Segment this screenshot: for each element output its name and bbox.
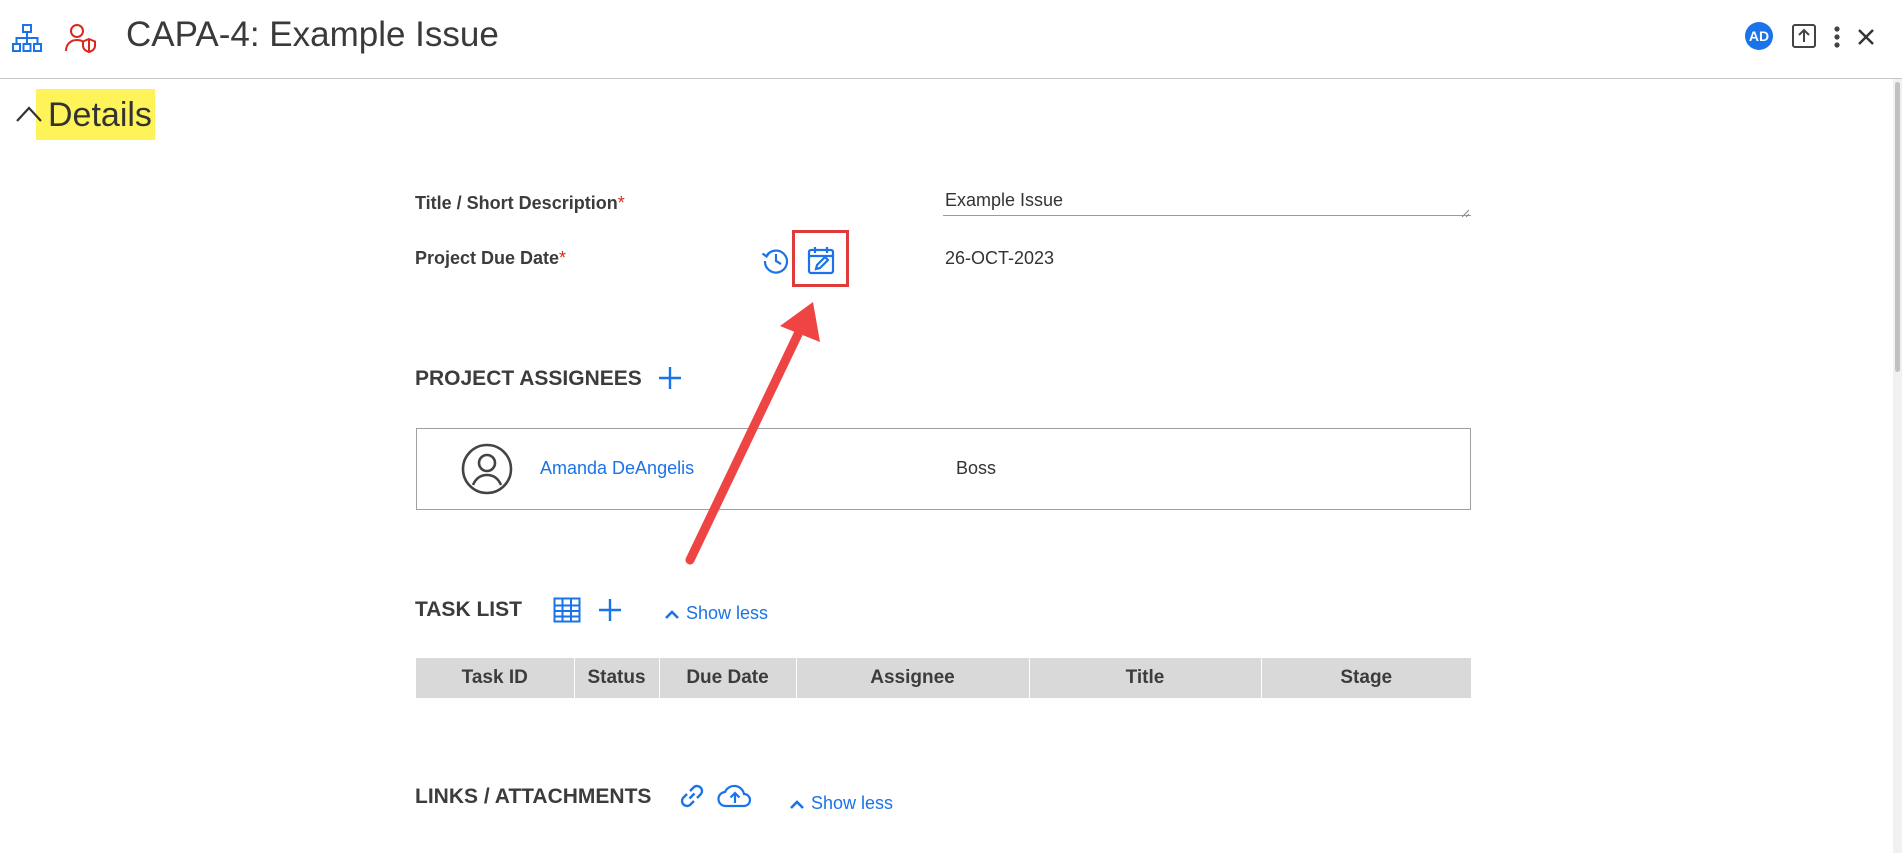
chevron-up-icon [790,799,804,809]
column-header-status[interactable]: Status [574,658,660,698]
column-header-due-date[interactable]: Due Date [659,658,797,698]
links-attachments-heading: LINKS / ATTACHMENTS [415,785,652,808]
title-input[interactable]: Example Issue [943,190,1471,216]
due-date-value[interactable]: 26-OCT-2023 [945,248,1054,269]
scrollbar-thumb[interactable] [1895,82,1900,372]
column-header-task-id[interactable]: Task ID [416,658,575,698]
column-header-assignee[interactable]: Assignee [796,658,1030,698]
avatar[interactable]: AD [1745,22,1773,50]
required-mark: * [559,248,567,268]
assignee-name-link[interactable]: Amanda DeAngelis [540,458,694,479]
title-label-text: Title / Short Description [415,193,618,213]
more-vertical-icon[interactable] [1830,22,1844,52]
chevron-up-icon [665,609,679,619]
column-header-title[interactable]: Title [1029,658,1262,698]
link-icon[interactable] [676,780,708,812]
details-heading[interactable]: Details [48,94,152,136]
cloud-upload-icon[interactable] [716,780,754,812]
links-show-less[interactable]: Show less [789,793,893,814]
task-list-show-less[interactable]: Show less [664,603,768,624]
user-avatar-icon [460,442,514,496]
assignee-role: Boss [956,458,997,478]
header-bar: CAPA-4: Example Issue AD [0,0,1902,79]
hierarchy-icon[interactable] [10,22,44,54]
resize-handle-icon[interactable] [1460,205,1470,218]
project-assignees-heading: PROJECT ASSIGNEES [415,367,642,390]
show-less-label: Show less [686,603,769,623]
table-view-icon[interactable] [552,596,582,624]
task-list-heading: TASK LIST [415,598,522,621]
add-assignee-icon[interactable] [656,364,684,392]
task-table: Task ID Status Due Date Assignee Title S… [416,658,1471,698]
column-header-stage[interactable]: Stage [1261,658,1471,698]
required-mark: * [617,193,625,213]
user-shield-icon[interactable] [64,22,98,54]
show-less-label: Show less [811,793,894,813]
page-title: CAPA-4: Example Issue [126,15,499,54]
due-date-field-label: Project Due Date* [415,248,566,269]
title-field-label: Title / Short Description* [415,193,625,214]
add-task-icon[interactable] [596,596,624,624]
upload-icon[interactable] [1789,21,1819,51]
calendar-edit-icon[interactable] [806,244,836,276]
history-icon[interactable] [759,243,793,277]
due-date-label-text: Project Due Date [415,248,560,268]
close-icon[interactable] [1853,24,1879,50]
chevron-up-icon[interactable] [14,102,44,126]
annotation-arrow [685,302,820,565]
